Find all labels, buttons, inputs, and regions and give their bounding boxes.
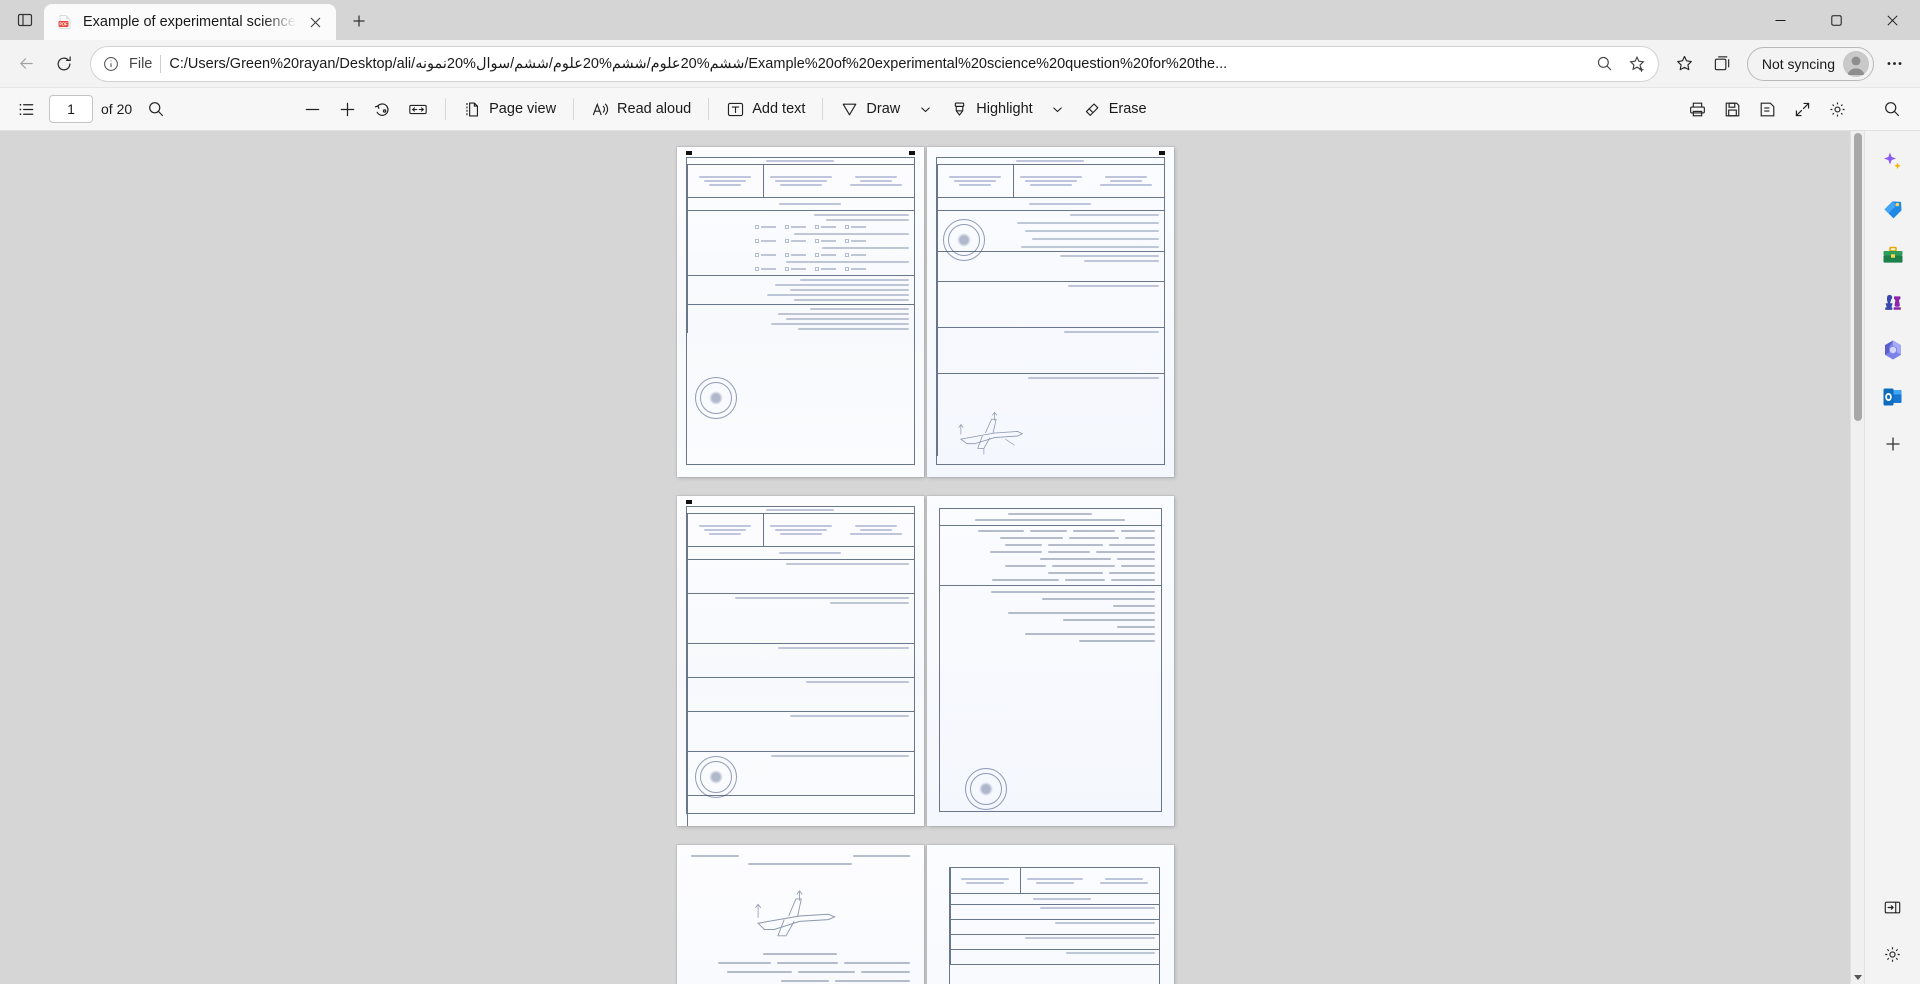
erase-label: Erase [1108,101,1147,117]
divider [708,98,710,120]
search-icon[interactable] [140,93,172,125]
official-stamp [694,756,737,798]
chevron-down-icon[interactable] [1042,93,1074,125]
vertical-scrollbar[interactable] [1850,131,1864,984]
save-as-icon[interactable] [1751,93,1784,125]
tools-icon[interactable] [1873,236,1913,276]
gear-icon[interactable] [1821,93,1854,125]
back-arrow-icon[interactable] [8,46,44,82]
highlight-button[interactable]: Highlight [943,93,1039,125]
collections-icon[interactable] [1705,46,1741,82]
address-bar[interactable]: File C:/Users/Green%20rayan/Desktop/ali/… [90,45,1659,82]
page-view-label: Page view [489,101,557,117]
sidebar-expand-icon[interactable] [1873,887,1913,927]
read-aloud-button[interactable]: Read aloud [584,93,698,125]
fit-width-icon[interactable] [401,93,435,125]
ellipsis-icon[interactable] [1876,46,1912,82]
microsoft365-icon[interactable] [1873,330,1913,370]
page-total-label: of 20 [101,101,133,117]
sync-status-label: Not syncing [1761,55,1835,72]
star-add-icon[interactable] [1622,49,1652,79]
gear-icon[interactable] [1873,934,1913,974]
page-spread [676,845,1174,984]
avatar [1843,50,1869,77]
erase-button[interactable]: Erase [1076,93,1154,125]
add-text-button[interactable]: Add text [719,93,812,125]
shopping-icon[interactable] [1873,189,1913,229]
add-text-label: Add text [752,101,806,117]
info-circle-icon[interactable] [103,56,121,72]
pdf-page[interactable] [676,147,924,477]
browser-navigation-bar: File C:/Users/Green%20rayan/Desktop/ali/… [0,40,1920,88]
content-area [0,131,1920,984]
pdf-page[interactable] [926,147,1174,477]
minimize-icon[interactable] [1752,0,1808,40]
sidebar-search-slot [1864,88,1920,131]
search-icon[interactable] [1872,89,1912,129]
highlight-label: Highlight [976,101,1033,117]
zoom-out-button[interactable] [296,93,329,125]
page-view-button[interactable]: Page view [456,93,563,125]
draw-button[interactable]: Draw [833,93,907,125]
page-number-input[interactable] [49,95,93,123]
outlook-icon[interactable] [1873,377,1913,417]
svg-text:PDF: PDF [59,22,68,27]
draw-label: Draw [866,101,901,117]
pdf-page[interactable] [926,496,1174,826]
add-icon[interactable] [1873,424,1913,464]
pdf-pages-container [0,131,1850,984]
save-icon[interactable] [1716,93,1749,125]
favorites-icon[interactable] [1667,46,1703,82]
games-icon[interactable] [1873,283,1913,323]
official-stamp [694,377,737,419]
new-tab-button[interactable] [342,4,376,38]
tab-title: Example of experimental science [83,14,296,30]
close-icon[interactable] [305,11,327,33]
scroll-down-arrow-icon[interactable] [1851,970,1865,984]
browser-tab[interactable]: PDF Example of experimental science [44,4,336,40]
list-view-icon[interactable] [10,93,43,125]
divider [445,98,447,120]
browser-title-bar: PDF Example of experimental science [0,0,1920,40]
rotate-icon[interactable] [366,93,399,125]
pdf-page[interactable] [676,496,924,826]
pdf-icon: PDF [56,13,74,31]
tab-strip: PDF Example of experimental science [0,0,1752,40]
copilot-icon[interactable] [1873,142,1913,182]
url-text: C:/Users/Green%20rayan/Desktop/ali/ششم%2… [169,55,1228,72]
print-icon[interactable] [1681,93,1714,125]
divider [160,54,162,73]
pdf-toolbar: of 20 Page view [0,88,1864,131]
airplane-diagram [754,890,836,937]
search-zoom-icon[interactable] [1590,49,1620,79]
fullscreen-icon[interactable] [1786,93,1819,125]
airplane-diagram [957,411,1023,455]
close-icon[interactable] [1864,0,1920,40]
divider [822,98,824,120]
zoom-in-button[interactable] [331,93,364,125]
page-spread [676,147,1174,477]
pdf-page[interactable] [926,845,1174,984]
refresh-icon[interactable] [46,46,82,82]
profile-sync-button[interactable]: Not syncing [1746,46,1874,81]
read-aloud-label: Read aloud [617,101,692,117]
official-stamp [964,768,1007,810]
omnibox-actions [1590,49,1652,79]
url-scheme-label: File [129,55,153,72]
window-controls [1752,0,1920,40]
tab-search-icon[interactable] [6,1,44,39]
maximize-icon[interactable] [1808,0,1864,40]
chevron-down-icon[interactable] [909,93,941,125]
pdf-page[interactable] [676,845,924,984]
browser-sidebar [1864,131,1920,984]
official-stamp [942,219,985,261]
scrollbar-thumb[interactable] [1854,133,1862,421]
divider [573,98,575,120]
page-spread [676,496,1174,826]
pdf-viewer[interactable] [0,131,1850,984]
